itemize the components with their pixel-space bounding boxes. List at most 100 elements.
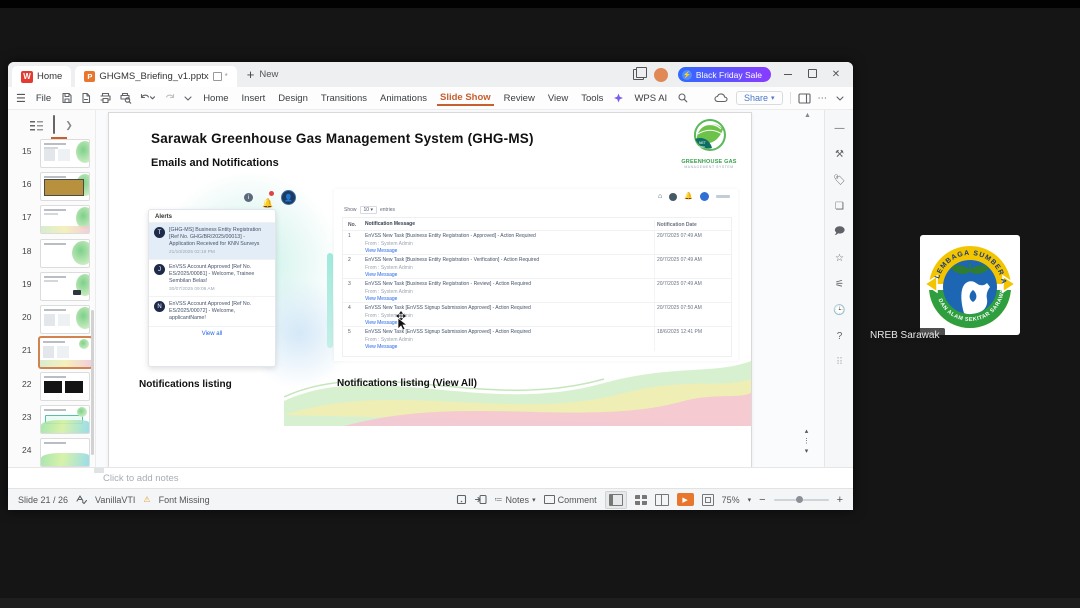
participant-video-tile[interactable]: LEMBAGA SUMBER ASLI DAN ALAM SEKITAR SAR… (862, 226, 1026, 346)
document-tab-label: GHGMS_Briefing_v1.pptx (99, 71, 209, 82)
search-icon[interactable] (677, 92, 689, 104)
zoom-in-button[interactable]: + (837, 494, 843, 506)
move-to-pane-icon[interactable] (474, 494, 487, 505)
zoom-chevron-icon[interactable]: ▾ (748, 496, 752, 504)
account-avatar[interactable] (653, 67, 668, 82)
zoom-slider[interactable] (773, 496, 829, 503)
slide-canvas[interactable]: Sarawak Greenhouse Gas Management System… (108, 112, 752, 469)
more-options-icon[interactable]: ⋯ (818, 93, 829, 104)
export-pdf-button[interactable] (80, 92, 92, 104)
editor-content-area: ❯ 15 16 17 18 19 20 21 22 23 24 Sarawak … (8, 110, 853, 478)
slide-number: 23 (22, 412, 32, 422)
slide-scrollbar[interactable]: ▲ ▴ ⋮ ▾ (800, 110, 816, 467)
theme-name[interactable]: VanillaVTI (95, 495, 135, 505)
alerts-dropdown: Alerts T [GHG-MS] Business Entity Regist… (148, 209, 276, 367)
share-button[interactable]: Share ▾ (735, 91, 783, 105)
history-icon[interactable]: 🕒 (833, 304, 846, 317)
apps-grid-icon[interactable]: ⠿ (833, 356, 846, 369)
svg-text:2050: 2050 (698, 145, 705, 149)
document-tab[interactable]: P GHGMS_Briefing_v1.pptx * (75, 66, 237, 87)
customize-toolbar-icon[interactable] (183, 93, 193, 103)
close-button[interactable]: ✕ (829, 69, 843, 80)
minimize-button[interactable] (781, 69, 795, 80)
file-menu[interactable]: File (33, 91, 54, 106)
menu-wps-ai[interactable]: WPS AI (631, 91, 670, 106)
home-icon: ⌂ (658, 192, 663, 200)
menu-design[interactable]: Design (275, 91, 311, 106)
notes-toggle[interactable]: ≔ Notes ▾ (495, 495, 536, 505)
globe-icon (669, 192, 678, 201)
hamburger-icon[interactable]: ☰ (16, 92, 26, 105)
undo-button[interactable] (139, 92, 156, 104)
reading-view-button[interactable] (654, 493, 669, 506)
thumbnail-slide-22[interactable]: 22 (8, 371, 95, 401)
collapse-ribbon-icon[interactable] (835, 93, 845, 103)
thumbnail-slide-20[interactable]: 20 (8, 304, 95, 334)
normal-view-button[interactable] (604, 490, 627, 509)
slide-sorter-view-button[interactable] (634, 494, 647, 505)
scroll-up-icon[interactable]: ▲ (804, 112, 811, 119)
new-tab-button[interactable]: + New (247, 67, 279, 82)
new-tab-label: New (259, 69, 279, 80)
menu-insert[interactable]: Insert (239, 91, 269, 106)
slideshow-play-button[interactable]: ▶ (676, 493, 694, 506)
save-button[interactable] (61, 92, 73, 104)
notes-pane[interactable]: Click to add notes (8, 467, 853, 489)
quick-tools-icon[interactable]: ⚒ (833, 148, 846, 161)
menu-tools[interactable]: Tools (578, 91, 606, 106)
thumbnail-slide-21-selected[interactable]: 21 (8, 336, 95, 369)
notes-placeholder: Click to add notes (103, 473, 179, 484)
menu-animations[interactable]: Animations (377, 91, 430, 106)
zoom-out-button[interactable]: − (759, 494, 765, 506)
redo-button[interactable] (162, 92, 176, 104)
maximize-button[interactable] (805, 68, 819, 81)
page-size-select: 10 ▾ (359, 206, 377, 214)
objects-icon[interactable]: ❏ (833, 200, 846, 213)
black-friday-sale-button[interactable]: ⚡ Black Friday Sale (677, 67, 771, 82)
print-button[interactable] (99, 92, 112, 104)
right-tool-sidebar: — ⚒ 🏷 ❏ 🗩 ☆ ⚟ 🕒 ? ⠿ (824, 110, 853, 467)
help-icon[interactable]: ? (833, 330, 846, 343)
zoom-slider-handle[interactable] (795, 496, 803, 503)
font-missing-label[interactable]: Font Missing (159, 495, 210, 505)
zoom-level[interactable]: 75% (722, 495, 740, 505)
comment-button[interactable]: Comment (543, 495, 597, 505)
next-slide-button[interactable]: ▾ (803, 448, 810, 455)
previous-slide-button[interactable]: ▴ (803, 428, 810, 435)
thumbnail-scrollbar[interactable] (91, 310, 94, 455)
thumbnail-slide-16[interactable]: 16 (8, 171, 95, 201)
menu-slide-show[interactable]: Slide Show (436, 90, 494, 106)
menu-home[interactable]: Home (200, 91, 231, 106)
thumbnail-slide-17[interactable]: 17 (8, 204, 95, 234)
slide-view-icon[interactable] (51, 115, 68, 139)
single-page-icon[interactable] (456, 494, 467, 505)
tab-list-icon[interactable] (632, 67, 647, 80)
favorites-icon[interactable]: ☆ (833, 252, 846, 265)
cloud-upload-icon[interactable] (714, 92, 729, 104)
table-header-row: No. Notification Message Notification Da… (343, 218, 731, 231)
thumbnail-slide-18[interactable]: 18 (8, 238, 95, 268)
notes-label: Notes (505, 494, 530, 505)
menu-review[interactable]: Review (501, 91, 538, 106)
thumbnail-slide-19[interactable]: 19 (8, 271, 95, 301)
comment-pane-icon[interactable]: 🗩 (833, 226, 846, 239)
slide-nav-handle[interactable]: ⋮ (803, 438, 810, 445)
thumbnail-slide-15[interactable]: 15 (8, 138, 95, 168)
print-preview-button[interactable] (119, 92, 132, 104)
home-tab[interactable]: W Home (12, 66, 72, 87)
fit-slide-icon[interactable] (701, 493, 714, 506)
cell-from: From : System Admin (365, 336, 413, 343)
slide-number: 21 (22, 345, 32, 355)
header-no: No. (348, 222, 357, 228)
thumbnail-slide-23[interactable]: 23 (8, 404, 95, 434)
collapse-panel-icon[interactable]: ❯ (65, 120, 73, 131)
menu-view[interactable]: View (545, 91, 571, 106)
menu-transitions[interactable]: Transitions (318, 91, 370, 106)
bell-icon: 🔔 (684, 192, 693, 200)
plus-icon: + (246, 67, 255, 82)
outline-view-icon[interactable] (30, 119, 44, 131)
settings-sliders-icon[interactable]: ⚟ (833, 278, 846, 291)
task-pane-icon[interactable] (797, 92, 811, 104)
style-check-icon[interactable]: 🏷 (833, 174, 846, 187)
collapse-icon[interactable]: — (833, 122, 846, 135)
